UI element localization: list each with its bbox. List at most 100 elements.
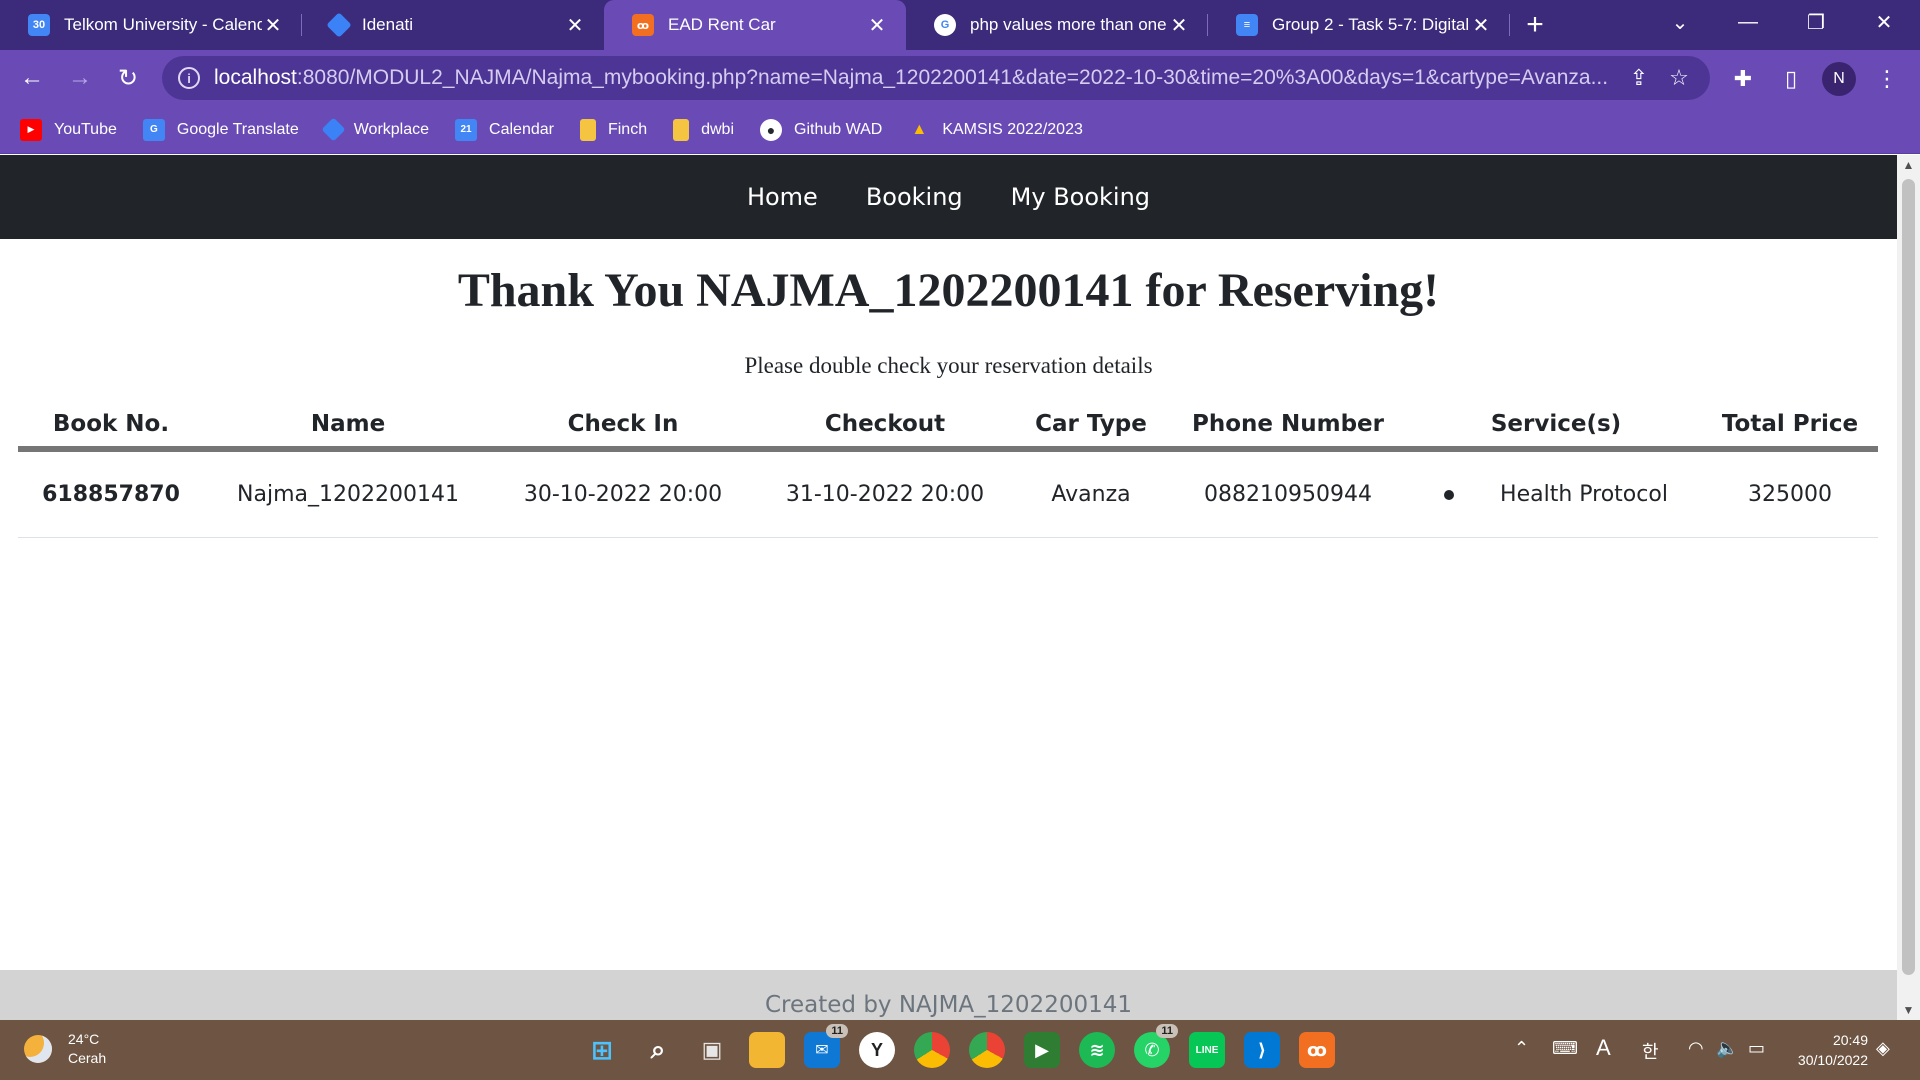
tab-separator [1509, 14, 1510, 36]
whatsapp-badge: 11 [1156, 1024, 1178, 1038]
search-icon[interactable]: ⌕ [640, 1032, 676, 1068]
weather-description: Cerah [68, 1050, 107, 1066]
page-scrollbar[interactable]: ▲ ▼ [1897, 155, 1920, 1020]
page-footer: Created by NAJMA_1202200141 [0, 970, 1897, 1020]
header-car-type: Car Type [1035, 411, 1147, 437]
tab-idenati[interactable]: Idenati ✕ [302, 0, 604, 50]
tab-strip: 30 Telkom University - Calendar - ✕ Iden… [0, 0, 1920, 50]
tray-chevron-up-icon[interactable]: ⌃ [1514, 1038, 1529, 1059]
bookmark-github-wad[interactable]: ● Github WAD [760, 118, 882, 141]
system-clock[interactable]: 20:49 30/10/2022 [1788, 1030, 1868, 1070]
windows-start-icon[interactable]: ⊞ [584, 1032, 620, 1068]
close-tab-icon[interactable]: ✕ [1168, 14, 1190, 37]
bookmark-star-icon[interactable]: ☆ [1664, 63, 1694, 93]
tab-ead-rent-car[interactable]: ꝏ EAD Rent Car ✕ [604, 0, 906, 50]
menu-kebab-icon[interactable]: ⋮ [1870, 62, 1904, 96]
scrollbar-thumb[interactable] [1902, 179, 1915, 975]
play-games-icon[interactable]: ▶ [1024, 1032, 1060, 1068]
notification-icon[interactable]: ◈ [1876, 1038, 1890, 1059]
tab-title: php values more than one - Go [970, 15, 1168, 34]
chrome-profile-icon[interactable] [969, 1032, 1005, 1068]
minimize-button[interactable]: — [1720, 0, 1776, 44]
cell-car-type: Avanza [1051, 482, 1131, 507]
profile-avatar[interactable]: N [1822, 62, 1856, 96]
tab-search-chevron-icon[interactable]: ⌄ [1652, 0, 1708, 44]
address-bar[interactable]: i localhost:8080/MODUL2_NAJMA/Najma_mybo… [162, 56, 1710, 100]
tab-google-docs[interactable]: ≡ Group 2 - Task 5-7: Digital Stor ✕ [1208, 0, 1510, 50]
workplace-icon [321, 117, 346, 142]
table-header-row: Book No. Name Check In Checkout Car Type… [18, 402, 1878, 452]
bookmark-workplace[interactable]: Workplace [321, 117, 429, 142]
share-icon[interactable]: ⇪ [1624, 63, 1654, 93]
cell-check-in: 30-10-2022 20:00 [523, 482, 723, 507]
reservation-table: Book No. Name Check In Checkout Car Type… [18, 402, 1878, 538]
file-explorer-icon[interactable] [749, 1032, 785, 1068]
site-info-icon[interactable]: i [178, 67, 200, 89]
mail-badge: 11 [826, 1024, 848, 1038]
spotify-icon[interactable]: ≋ [1079, 1032, 1115, 1068]
cell-total-price: 325000 [1748, 482, 1832, 507]
github-icon: ● [760, 118, 782, 141]
tab-google-search[interactable]: G php values more than one - Go ✕ [906, 0, 1208, 50]
drive-icon: ▲ [911, 120, 928, 138]
folder-icon [579, 118, 596, 141]
bookmark-kamsis[interactable]: ▲ KAMSIS 2022/2023 [908, 119, 1082, 141]
site-navbar: Home Booking My Booking [0, 155, 1897, 239]
battery-icon[interactable]: ▭ [1748, 1038, 1765, 1059]
extensions-icon[interactable]: ✚ [1726, 62, 1760, 96]
close-tab-icon[interactable]: ✕ [1470, 14, 1492, 37]
korean-ime-indicator[interactable]: 한 [1642, 1038, 1659, 1064]
keyboard-icon[interactable]: ⌨ [1552, 1038, 1578, 1059]
clock-app-icon[interactable]: Y [859, 1032, 895, 1068]
bookmark-dwbi[interactable]: dwbi [673, 118, 734, 141]
weather-icon [24, 1035, 52, 1063]
forward-arrow-icon[interactable]: → [64, 62, 96, 94]
bookmark-calendar[interactable]: 21 Calendar [455, 118, 554, 141]
ime-mode-indicator[interactable]: A [1596, 1035, 1611, 1061]
back-arrow-icon[interactable]: ← [16, 62, 48, 94]
restore-button[interactable]: ❐ [1788, 0, 1844, 44]
new-tab-button[interactable]: + [1510, 0, 1560, 50]
task-view-icon[interactable]: ▣ [694, 1032, 730, 1068]
header-name: Name [310, 411, 386, 437]
nav-booking-link[interactable]: Booking [842, 183, 987, 211]
cell-checkout: 31-10-2022 20:00 [785, 482, 985, 507]
chrome-icon[interactable] [914, 1032, 950, 1068]
close-window-button[interactable]: ✕ [1856, 0, 1912, 44]
nav-home-link[interactable]: Home [723, 183, 842, 211]
close-tab-icon[interactable]: ✕ [262, 14, 284, 37]
whatsapp-icon[interactable]: ✆ 11 [1134, 1024, 1178, 1068]
scroll-down-arrow-icon[interactable]: ▼ [1897, 1000, 1920, 1020]
bookmark-youtube[interactable]: ▶ YouTube [20, 118, 117, 141]
weather-temperature: 24°C [68, 1031, 100, 1047]
cell-book-no: 618857870 [42, 482, 180, 507]
header-phone: Phone Number [1191, 411, 1384, 437]
nav-my-booking-link[interactable]: My Booking [987, 183, 1174, 211]
url-text[interactable]: localhost:8080/MODUL2_NAJMA/Najma_mybook… [214, 66, 1614, 90]
scroll-up-arrow-icon[interactable]: ▲ [1897, 155, 1920, 175]
bookmark-finch[interactable]: Finch [579, 118, 647, 141]
vscode-icon[interactable]: ⟩ [1244, 1032, 1280, 1068]
close-tab-icon[interactable]: ✕ [866, 14, 888, 37]
side-panel-icon[interactable]: ▯ [1774, 62, 1808, 96]
weather-widget[interactable]: 24°C Cerah [24, 1030, 106, 1068]
wifi-icon[interactable]: ◠ [1688, 1038, 1704, 1059]
header-check-in: Check In [567, 411, 679, 437]
tab-telkom-calendar[interactable]: 30 Telkom University - Calendar - ✕ [0, 0, 302, 50]
tab-title: Idenati [362, 15, 414, 34]
bookmarks-bar: ▶ YouTube G Google Translate Workplace 21 C… [0, 106, 1920, 154]
cell-name: Najma_1202200141 [237, 482, 459, 507]
page-subtitle: Please double check your reservation det… [744, 353, 1153, 378]
bookmark-google-translate[interactable]: G Google Translate [142, 118, 299, 141]
google-icon: G [934, 14, 956, 36]
cell-services: Health Protocol [1410, 482, 1702, 507]
line-icon[interactable]: LINE [1189, 1032, 1225, 1068]
mail-icon[interactable]: ✉ 11 [804, 1024, 848, 1068]
reload-icon[interactable]: ↻ [112, 62, 144, 94]
xampp-icon[interactable]: ꝏ [1299, 1032, 1335, 1068]
clock-date: 30/10/2022 [1797, 1052, 1868, 1068]
xampp-icon: ꝏ [632, 14, 654, 36]
close-tab-icon[interactable]: ✕ [564, 14, 586, 37]
volume-icon[interactable]: 🔈 [1716, 1038, 1738, 1059]
folder-icon [673, 118, 690, 141]
